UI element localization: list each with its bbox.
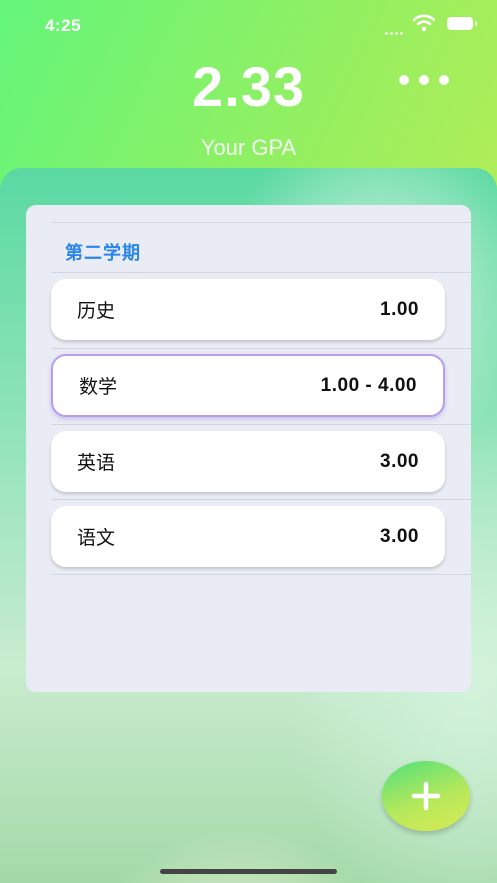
divider bbox=[52, 424, 471, 425]
course-name: 英语 bbox=[77, 453, 116, 474]
wifi-icon bbox=[412, 14, 436, 32]
course-row-english[interactable]: 英语 3.00 bbox=[51, 431, 445, 492]
semester-panel: 第二学期 历史 1.00 数学 1.00 - 4.00 英语 3.00 语文 3… bbox=[26, 205, 471, 692]
divider bbox=[52, 222, 471, 223]
battery-icon bbox=[447, 17, 477, 30]
course-name: 数学 bbox=[79, 377, 118, 398]
add-course-button[interactable] bbox=[382, 761, 470, 831]
course-grade: 1.00 - 4.00 bbox=[320, 374, 417, 396]
divider bbox=[52, 348, 471, 349]
course-row-chinese[interactable]: 语文 3.00 bbox=[51, 506, 445, 567]
home-indicator[interactable] bbox=[160, 869, 337, 874]
course-grade: 3.00 bbox=[380, 450, 419, 472]
course-grade: 3.00 bbox=[380, 525, 419, 547]
plus-icon bbox=[411, 781, 441, 811]
semester-title: 第二学期 bbox=[65, 243, 141, 263]
gpa-label: Your GPA bbox=[200, 135, 297, 160]
course-row-history[interactable]: 历史 1.00 bbox=[51, 279, 445, 340]
cellular-signal-icon bbox=[385, 22, 409, 35]
status-bar: 4:25 bbox=[0, 0, 497, 50]
course-name: 语文 bbox=[77, 528, 116, 549]
course-grade: 1.00 bbox=[380, 298, 419, 320]
divider bbox=[52, 272, 471, 273]
more-options-button[interactable] bbox=[399, 70, 449, 90]
divider bbox=[52, 574, 471, 575]
divider bbox=[52, 499, 471, 500]
course-name: 历史 bbox=[77, 301, 116, 322]
course-row-math[interactable]: 数学 1.00 - 4.00 bbox=[51, 354, 445, 417]
status-time: 4:25 bbox=[45, 16, 82, 35]
more-dots-icon bbox=[399, 75, 409, 85]
